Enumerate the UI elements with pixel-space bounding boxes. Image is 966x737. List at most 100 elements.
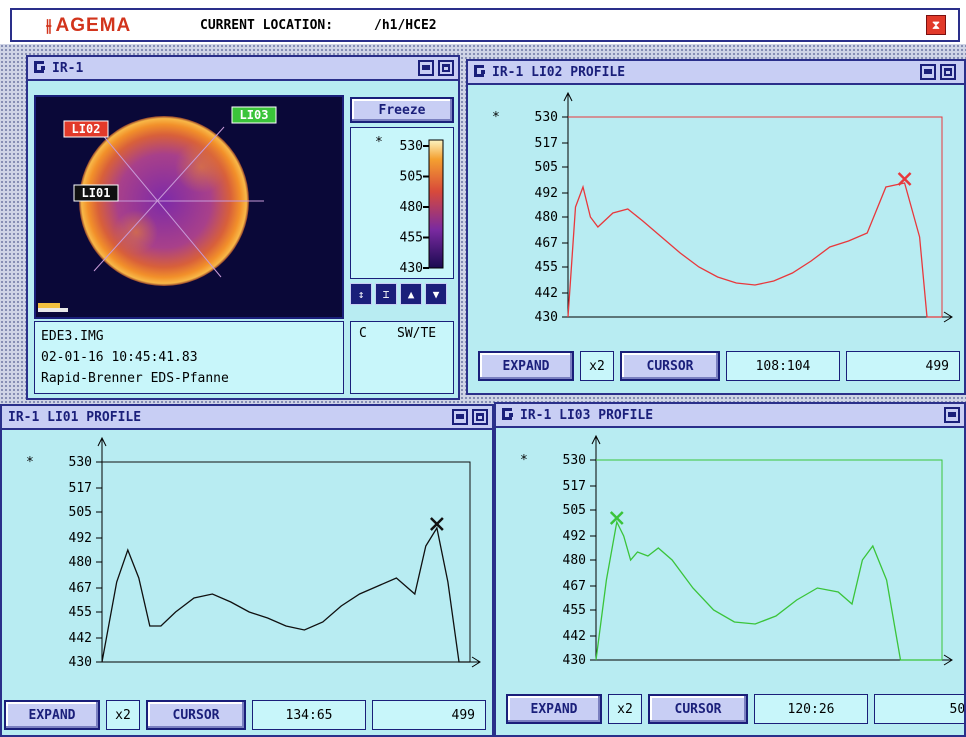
minimize-icon[interactable] [452, 409, 468, 425]
hourglass-icon[interactable]: ⧗ [926, 15, 946, 35]
scale-tick-label: 530 [400, 139, 423, 154]
window-menu-icon[interactable] [34, 61, 45, 73]
max-marker: * [26, 455, 34, 470]
y-tick-label: 455 [69, 605, 92, 620]
y-tick-label: 442 [563, 629, 586, 644]
y-tick-label: 505 [69, 505, 92, 520]
limit-line [596, 459, 943, 660]
window-titlebar[interactable]: IR-1 LI01 PROFILE [2, 406, 492, 430]
thermal-image: LI02 LI03 LI01 [38, 106, 277, 312]
profile-window-li02: IR-1 LI02 PROFILE 530 517 505 492 480 467 455 4… [466, 59, 966, 395]
window-title: IR-1 LI03 PROFILE [520, 408, 654, 423]
y-tick-label: 530 [69, 455, 92, 470]
down-arrow-icon[interactable]: ▼ [425, 283, 447, 305]
location-label: CURRENT LOCATION: [200, 18, 334, 33]
window-titlebar[interactable]: IR-1 [28, 57, 458, 81]
y-tick-label: 467 [69, 581, 92, 596]
window-titlebar[interactable]: IR-1 LI02 PROFILE [468, 61, 964, 85]
location-value: /h1/HCE2 [374, 18, 437, 33]
maximize-icon[interactable] [472, 409, 488, 425]
maximize-icon[interactable] [940, 64, 956, 80]
profile-chart-li03[interactable]: 530 517 505 492 480 467 455 442 430 * [496, 430, 964, 690]
y-tick-label: 530 [535, 110, 558, 125]
image-toolbar: ↕ ⌶ ▲ ▼ [350, 283, 454, 305]
window-title: IR-1 LI02 PROFILE [492, 65, 626, 80]
ir-image-window: IR-1 LI02 LI03 LI01 Freeze * 530 505 480… [26, 55, 460, 400]
timestamp: 02-01-16 10:45:41.83 [41, 350, 198, 365]
agema-logo: ⫲ AGEMA [46, 15, 131, 37]
y-tick-label: 492 [69, 531, 92, 546]
zoom-factor: x2 [608, 694, 642, 724]
cursor-position: 120:26 [754, 694, 868, 724]
logo-mark-icon: ⫲ [46, 16, 53, 35]
minimize-icon[interactable] [944, 407, 960, 423]
cursor-position: 134:65 [252, 700, 366, 730]
label-li02: LI02 [72, 122, 101, 136]
minimize-icon[interactable] [418, 60, 434, 76]
y-tick-label: 430 [563, 653, 586, 668]
y-tick-label: 480 [535, 210, 558, 225]
cursor-button[interactable]: CURSOR [648, 694, 748, 724]
expand-button[interactable]: EXPAND [4, 700, 100, 730]
y-tick-label: 517 [69, 481, 92, 496]
y-tick-label: 442 [535, 286, 558, 301]
minimize-icon[interactable] [920, 64, 936, 80]
max-marker: * [520, 453, 528, 468]
profile-series-line [567, 182, 942, 318]
limit-line [102, 461, 471, 662]
zoom-factor: x2 [580, 351, 614, 381]
window-menu-icon[interactable] [502, 408, 513, 420]
cursor-button[interactable]: CURSOR [620, 351, 720, 381]
window-title: IR-1 [52, 61, 84, 76]
cursor-value: 499 [372, 700, 486, 730]
label-li03: LI03 [240, 108, 269, 122]
logo-text: AGEMA [55, 15, 132, 36]
profile-chart-li01[interactable]: 530 517 505 492 480 467 455 442 430 * [2, 432, 492, 692]
profile-series-line [101, 526, 470, 663]
y-tick-label: 467 [563, 579, 586, 594]
y-tick-label: 430 [69, 655, 92, 670]
profile-window-li03: IR-1 LI03 PROFILE 530 517 505 492 480 467 455 4… [494, 402, 966, 737]
mode-label: SW/TE [397, 326, 437, 341]
y-tick-label: 492 [563, 529, 586, 544]
y-tick-label: 455 [563, 603, 586, 618]
y-tick-label: 505 [535, 160, 558, 175]
window-menu-icon[interactable] [474, 65, 485, 77]
profile-chart-li02[interactable]: 530 517 505 492 480 467 455 442 430 * [468, 87, 964, 347]
color-scale-panel: * 530 505 480 455 430 [350, 127, 454, 279]
maximize-icon[interactable] [438, 60, 454, 76]
y-tick-label: 505 [563, 503, 586, 518]
profile-window-li01: IR-1 LI01 PROFILE 530 517 505 492 480 467 455 4… [0, 404, 494, 737]
expand-button[interactable]: EXPAND [478, 351, 574, 381]
y-tick-label: 492 [535, 186, 558, 201]
y-tick-label: 430 [535, 310, 558, 325]
file-name: EDE3.IMG [41, 329, 104, 344]
top-bar: ⫲ AGEMA CURRENT LOCATION: /h1/HCE2 ⧗ [10, 8, 960, 42]
cursor-value: 499 [846, 351, 960, 381]
max-marker: * [492, 110, 500, 125]
zoom-factor: x2 [106, 700, 140, 730]
unit-panel: C SW/TE [350, 321, 454, 394]
up-arrow-icon[interactable]: ▲ [400, 283, 422, 305]
expand-button[interactable]: EXPAND [506, 694, 602, 724]
y-tick-label: 530 [563, 453, 586, 468]
limit-line [568, 116, 943, 317]
cursor-value: 501 [874, 694, 964, 724]
y-tick-label: 480 [563, 553, 586, 568]
image-info-panel: EDE3.IMG 02-01-16 10:45:41.83 Rapid-Bren… [34, 321, 344, 394]
scale-tick-label: 455 [400, 231, 423, 246]
thermal-image-panel[interactable]: LI02 LI03 LI01 [34, 95, 344, 319]
y-tick-label: 455 [535, 260, 558, 275]
scale-marker: * [375, 135, 383, 150]
profile-series-line [595, 519, 942, 661]
y-tick-label: 442 [69, 631, 92, 646]
freeze-button[interactable]: Freeze [350, 97, 454, 123]
scale-tick-label: 505 [400, 170, 423, 185]
y-tick-label: 480 [69, 555, 92, 570]
arrow-updown-icon[interactable]: ↕ [350, 283, 372, 305]
image-description: Rapid-Brenner EDS-Pfanne [41, 371, 229, 386]
expand-span-icon[interactable]: ⌶ [375, 283, 397, 305]
window-titlebar[interactable]: IR-1 LI03 PROFILE [496, 404, 964, 428]
y-tick-label: 517 [535, 136, 558, 151]
cursor-button[interactable]: CURSOR [146, 700, 246, 730]
